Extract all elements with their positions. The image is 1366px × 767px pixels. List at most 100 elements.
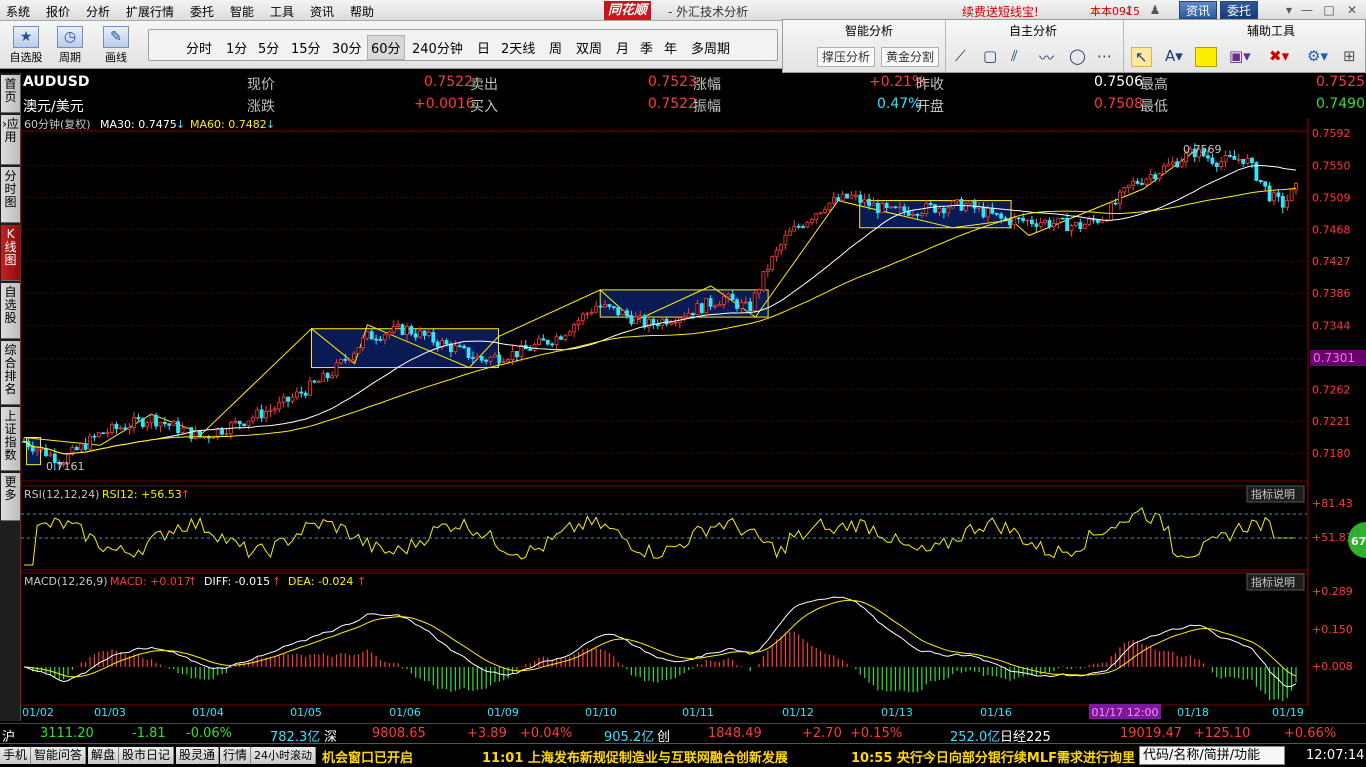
tab-kline[interactable]: K线图 (1, 225, 20, 281)
candle-body (827, 202, 832, 211)
symbol-name: 澳元/美元 (23, 99, 84, 115)
candle-body (849, 194, 854, 199)
maximize-icon[interactable]: □ (1320, 2, 1338, 18)
period-month[interactable]: 月 (616, 38, 629, 57)
quote-header: AUDUSD 澳元/美元 现价 0.7522 卖出 0.7523 涨幅 +0.2… (21, 73, 1366, 117)
candle-body (237, 420, 242, 425)
text-tool-icon[interactable]: A▾ (1165, 47, 1183, 65)
bell-icon[interactable]: ♪ (1120, 2, 1138, 18)
mobile-button[interactable]: 手机 (0, 747, 32, 764)
cursor-icon[interactable]: ↖ (1131, 47, 1152, 67)
period-60m[interactable]: 60分 (367, 35, 405, 60)
self-analysis-title[interactable]: 自主分析 (1009, 22, 1057, 39)
commentary-button[interactable]: 解盘 (88, 747, 120, 764)
macd-info-button[interactable]: 指标说明 (1251, 575, 1295, 589)
candle-body (1030, 219, 1034, 225)
stock-pass-button[interactable]: 股灵通 (176, 747, 220, 764)
diary-button[interactable]: 股市日记 (119, 747, 175, 764)
candle-body (176, 421, 180, 433)
shirt-icon[interactable]: ♟ (1146, 2, 1164, 18)
candle-body (272, 408, 277, 411)
index-nk-chg: +125.10 (1194, 726, 1251, 741)
period-1m[interactable]: 1分 (226, 38, 247, 57)
menu-news[interactable]: 资讯 (310, 3, 334, 20)
draw-tool[interactable]: ✎ 画线 (96, 23, 136, 67)
tab-apps[interactable]: ›应用 (1, 115, 20, 165)
color-picker[interactable] (1195, 47, 1217, 67)
news-button[interactable]: 资讯 (1179, 1, 1218, 19)
candle-body (893, 206, 898, 209)
period-quarter[interactable]: 季 (640, 38, 653, 57)
smart-analysis-title[interactable]: 智能分析 (845, 22, 893, 39)
tab-home[interactable]: 首页 (1, 75, 20, 113)
ellipse-tool-icon[interactable]: ◯ (1069, 47, 1086, 65)
save-drawing-icon[interactable]: ▣▾ (1229, 47, 1251, 65)
candle-body (268, 409, 273, 412)
candle-body (871, 202, 876, 206)
period-2day[interactable]: 2天线 (501, 38, 535, 57)
menu-smart[interactable]: 智能 (230, 3, 254, 20)
menu-system[interactable]: 系统 (6, 3, 30, 20)
index-sz-chg: +3.89 (467, 726, 507, 741)
code-search-input[interactable]: 代码/名称/简拼/功能 (1139, 746, 1285, 765)
golden-section-button[interactable]: 黄金分割 (881, 47, 940, 67)
period-multi[interactable]: 多周期 (691, 38, 730, 57)
period-15m[interactable]: 15分 (291, 38, 321, 57)
period-5m[interactable]: 5分 (258, 38, 279, 57)
period-minute[interactable]: 分时 (186, 38, 212, 57)
more-tools-icon[interactable]: ⋯ (1097, 47, 1112, 65)
close-icon[interactable]: ✕ (1343, 2, 1361, 18)
watchlist-tool[interactable]: ★ 自选股 (6, 23, 46, 67)
candle-body (1135, 181, 1140, 184)
low-marker: 0.7161 (46, 460, 85, 473)
delete-drawing-icon[interactable]: ✖▾ (1269, 47, 1289, 65)
tab-timeshare[interactable]: 分时图 (1, 167, 20, 223)
tab-watchlist[interactable]: 自选股 (1, 283, 20, 339)
candle-body (1122, 187, 1127, 193)
period-day[interactable]: 日 (477, 38, 490, 57)
menu-tools[interactable]: 工具 (270, 3, 294, 20)
candle-body (312, 380, 317, 383)
candle-body (123, 427, 128, 430)
aux-tools-title[interactable]: 辅助工具 (1247, 22, 1295, 39)
consolidation-boxes (23, 151, 1195, 466)
minimize-icon[interactable]: — (1298, 2, 1316, 18)
period-week[interactable]: 周 (549, 38, 562, 57)
news-item-1[interactable]: 机会窗口已开启 (322, 747, 413, 766)
tab-ranking[interactable]: 综合排名 (1, 341, 20, 405)
menu-help[interactable]: 帮助 (350, 3, 374, 20)
left-tab-bar: 首页 ›应用 分时图 K线图 自选股 综合排名 上证指数 更多 (0, 73, 21, 721)
rolling-news-button[interactable]: 24小时滚动 (251, 747, 316, 764)
menu-ext-quote[interactable]: 扩展行情 (126, 3, 174, 20)
side-badge[interactable]: 67 (1351, 535, 1366, 548)
rect-tool-icon[interactable]: ▢ (983, 47, 997, 65)
prev-value: 0.7506 (1094, 74, 1143, 90)
trade-button[interactable]: 委托 (1220, 1, 1259, 19)
menu-arrow-icon[interactable]: ▾ (1280, 2, 1298, 18)
period-tool[interactable]: ◷ 周期 (50, 23, 90, 67)
line-tool-icon[interactable]: ⟋ (955, 47, 966, 65)
menu-trade[interactable]: 委托 (190, 3, 214, 20)
parallel-tool-icon[interactable]: ⫽ (1011, 47, 1018, 65)
wave-tool-icon[interactable]: 〰 (1039, 47, 1054, 68)
news-item-2[interactable]: 11:01 上海发布新规促制造业与互联网融合创新发展 (482, 747, 788, 766)
index-sz-value: 9808.65 (372, 726, 426, 741)
pin-icon[interactable]: ⊞ (1343, 47, 1356, 65)
period-2week[interactable]: 双周 (576, 38, 602, 57)
ask-label: 卖出 (470, 77, 498, 93)
quote-button[interactable]: 行情 (220, 747, 252, 764)
settings-icon[interactable]: ⚙▾ (1307, 47, 1328, 65)
tab-more[interactable]: 更多 (1, 473, 20, 521)
promo-link[interactable]: 续费送短线宝! (962, 3, 1039, 20)
period-240m[interactable]: 240分钟 (412, 38, 463, 57)
news-item-3[interactable]: 10:55 央行今日向部分银行续MLF需求进行询里 昨 (851, 747, 1136, 766)
period-year[interactable]: 年 (664, 38, 677, 57)
menu-analysis[interactable]: 分析 (86, 3, 110, 20)
period-30m[interactable]: 30分 (332, 38, 362, 57)
menu-quote[interactable]: 报价 (46, 3, 70, 20)
qa-button[interactable]: 智能问答 (31, 747, 87, 764)
support-resistance-button[interactable]: 撑压分析 (817, 47, 876, 67)
candle-body (497, 354, 502, 363)
rsi-info-button[interactable]: 指标说明 (1251, 487, 1295, 501)
tab-shindex[interactable]: 上证指数 (1, 407, 20, 471)
